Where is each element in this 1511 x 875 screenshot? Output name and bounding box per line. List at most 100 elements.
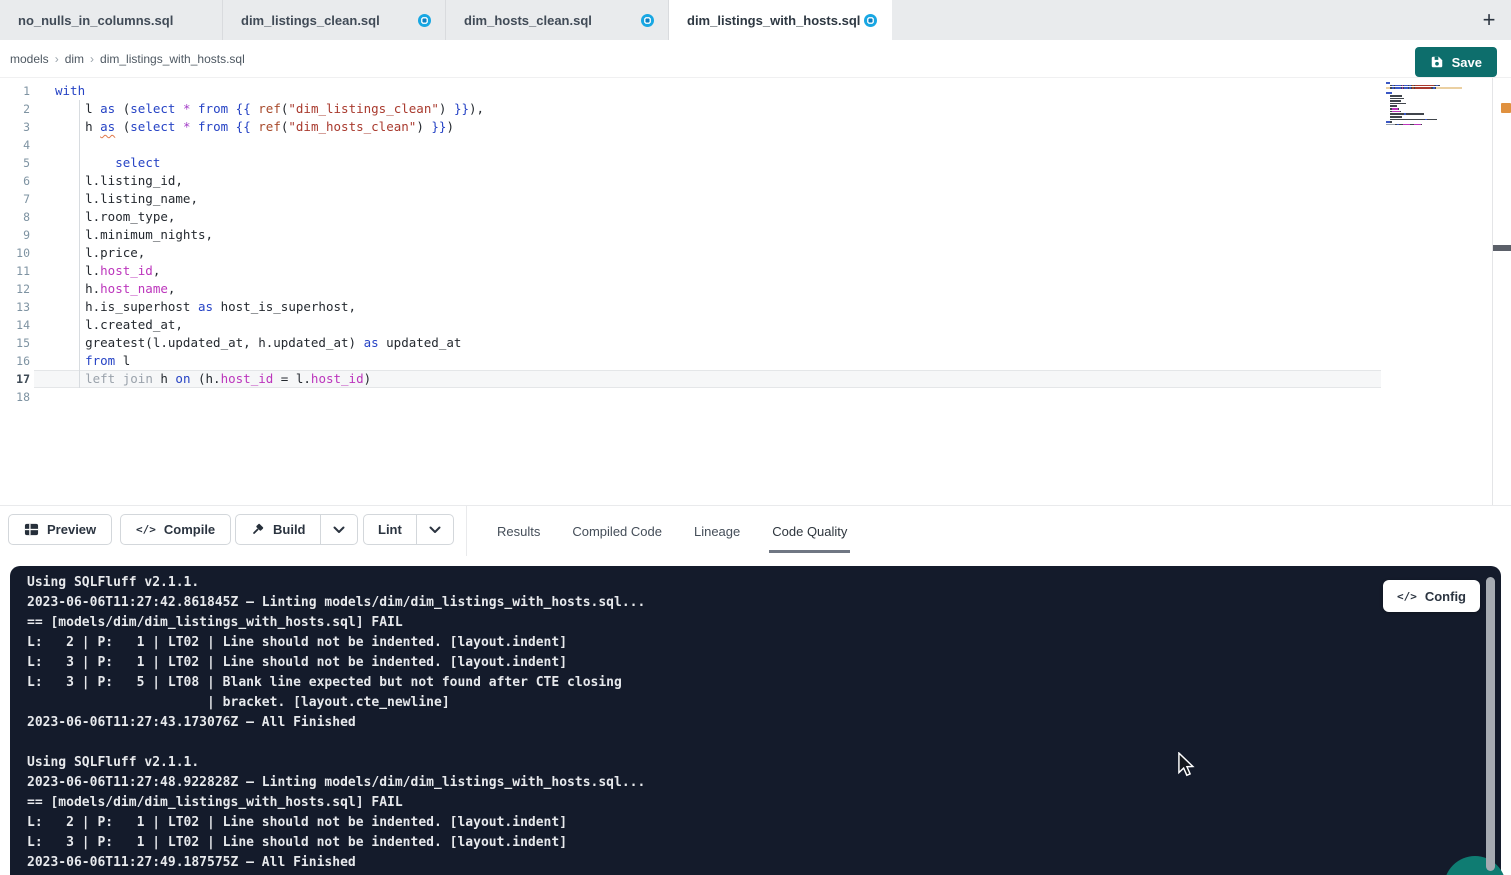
code-line[interactable]: 13 h.is_superhost as host_is_superhost, bbox=[0, 298, 1381, 316]
lint-warning-marker[interactable] bbox=[1501, 103, 1511, 113]
line-number: 10 bbox=[0, 244, 34, 262]
config-button[interactable]: </> Config bbox=[1383, 580, 1480, 612]
line-number: 9 bbox=[0, 226, 34, 244]
line-number: 11 bbox=[0, 262, 34, 280]
minimap-line bbox=[1386, 116, 1462, 118]
file-tab-no-nulls-in-columns-sql[interactable]: no_nulls_in_columns.sql bbox=[0, 0, 223, 40]
lint-button[interactable]: Lint bbox=[364, 515, 416, 544]
terminal-line: 2023-06-06T11:27:49.187575Z — All Finish… bbox=[27, 853, 1501, 873]
terminal-line: == [models/dim/dim_listings_with_hosts.s… bbox=[27, 613, 1501, 633]
terminal-line: | bracket. [layout.cte_newline] bbox=[27, 693, 1501, 713]
line-number: 4 bbox=[0, 136, 34, 154]
code-line[interactable]: 15 greatest(l.updated_at, h.updated_at) … bbox=[0, 334, 1381, 352]
code-line[interactable]: 9 l.minimum_nights, bbox=[0, 226, 1381, 244]
scroll-position-marker[interactable] bbox=[1493, 245, 1511, 251]
preview-button-label: Preview bbox=[47, 522, 96, 537]
compile-button[interactable]: </> Compile bbox=[120, 514, 231, 545]
code-line[interactable]: 14 l.created_at, bbox=[0, 316, 1381, 334]
code-line-content: l.listing_name, bbox=[34, 190, 1381, 208]
code-line-content: l.room_type, bbox=[34, 208, 1381, 226]
code-line[interactable]: 8 l.room_type, bbox=[0, 208, 1381, 226]
minimap-line bbox=[1386, 95, 1462, 97]
new-tab-button[interactable]: + bbox=[1467, 0, 1511, 40]
code-line[interactable]: 16 from l bbox=[0, 352, 1381, 370]
file-tab-dim-hosts-clean-sql[interactable]: dim_hosts_clean.sql bbox=[446, 0, 669, 40]
minimap-line bbox=[1386, 100, 1462, 102]
result-tab-lineage[interactable]: Lineage bbox=[694, 506, 740, 556]
save-floppy-icon bbox=[1430, 55, 1444, 69]
code-line-content: from l bbox=[34, 352, 1381, 370]
code-line[interactable]: 5 select bbox=[0, 154, 1381, 172]
line-number: 13 bbox=[0, 298, 34, 316]
file-tab-dim-listings-with-hosts-sql[interactable]: dim_listings_with_hosts.sql bbox=[669, 0, 892, 40]
file-tab-label: no_nulls_in_columns.sql bbox=[18, 13, 173, 28]
code-icon: </> bbox=[136, 523, 156, 536]
terminal-line: L: 2 | P: 1 | LT02 | Line should not be … bbox=[27, 813, 1501, 833]
terminal-line: 2023-06-06T11:27:42.861845Z — Linting mo… bbox=[27, 593, 1501, 613]
file-tab-bar: no_nulls_in_columns.sql dim_listings_clea… bbox=[0, 0, 1511, 40]
terminal-line: Using SQLFluff v2.1.1. bbox=[27, 753, 1501, 773]
build-split-button: Build bbox=[235, 514, 358, 545]
file-tab-dim-listings-clean-sql[interactable]: dim_listings_clean.sql bbox=[223, 0, 446, 40]
indent-guide bbox=[79, 100, 80, 388]
minimap-line bbox=[1386, 121, 1462, 123]
breadcrumb-item[interactable]: dim_listings_with_hosts.sql bbox=[100, 52, 245, 66]
line-number: 15 bbox=[0, 334, 34, 352]
line-number: 16 bbox=[0, 352, 34, 370]
result-tab-results[interactable]: Results bbox=[497, 506, 540, 556]
save-button[interactable]: Save bbox=[1415, 47, 1497, 77]
breadcrumb-item[interactable]: dim bbox=[65, 52, 84, 66]
compile-button-label: Compile bbox=[164, 522, 215, 537]
terminal-scrollbar[interactable] bbox=[1486, 577, 1495, 871]
editor-annotation-ruler bbox=[1492, 78, 1493, 505]
code-line-content: l.minimum_nights, bbox=[34, 226, 1381, 244]
file-tab-label: dim_listings_with_hosts.sql bbox=[687, 13, 860, 28]
code-line-content bbox=[34, 388, 1381, 406]
result-tab-code-quality[interactable]: Code Quality bbox=[772, 506, 847, 556]
code-line[interactable]: 7 l.listing_name, bbox=[0, 190, 1381, 208]
code-line[interactable]: 18 bbox=[0, 388, 1381, 406]
code-line[interactable]: 11 l.host_id, bbox=[0, 262, 1381, 280]
minimap-line bbox=[1386, 111, 1462, 113]
breadcrumb-item[interactable]: models bbox=[10, 52, 49, 66]
result-tab-compiled-code[interactable]: Compiled Code bbox=[572, 506, 662, 556]
code-line[interactable]: 4 bbox=[0, 136, 1381, 154]
code-editor[interactable]: 1with2 l as (select * from {{ ref("dim_l… bbox=[0, 78, 1511, 505]
modified-indicator-icon bbox=[641, 14, 654, 27]
terminal-line: L: 3 | P: 1 | LT02 | Line should not be … bbox=[27, 833, 1501, 853]
terminal-line: L: 2 | P: 1 | LT02 | Line should not be … bbox=[27, 633, 1501, 653]
breadcrumb-bar: models›dim›dim_listings_with_hosts.sql S… bbox=[0, 40, 1511, 78]
terminal-line: L: 3 | P: 1 | LT02 | Line should not be … bbox=[27, 653, 1501, 673]
build-button-label: Build bbox=[273, 522, 306, 537]
preview-button[interactable]: Preview bbox=[8, 514, 112, 545]
terminal-panel[interactable]: Using SQLFluff v2.1.1. 2023-06-06T11:27:4… bbox=[10, 566, 1501, 875]
modified-indicator-icon bbox=[418, 14, 431, 27]
minimap-line bbox=[1386, 90, 1462, 92]
code-line[interactable]: 1with bbox=[0, 82, 1381, 100]
dbt-ide-screen: no_nulls_in_columns.sql dim_listings_clea… bbox=[0, 0, 1511, 875]
config-code-icon: </> bbox=[1397, 590, 1417, 603]
minimap[interactable] bbox=[1386, 82, 1462, 129]
code-line[interactable]: 10 l.price, bbox=[0, 244, 1381, 262]
line-number: 14 bbox=[0, 316, 34, 334]
minimap-line bbox=[1386, 108, 1462, 110]
code-line-content: select bbox=[34, 154, 1381, 172]
terminal-output: Using SQLFluff v2.1.1. 2023-06-06T11:27:4… bbox=[27, 573, 1501, 873]
code-line[interactable]: 12 h.host_name, bbox=[0, 280, 1381, 298]
code-line[interactable]: 2 l as (select * from {{ ref("dim_listin… bbox=[0, 100, 1381, 118]
line-number: 3 bbox=[0, 118, 34, 136]
file-tab-label: dim_listings_clean.sql bbox=[241, 13, 380, 28]
line-number: 18 bbox=[0, 388, 34, 406]
save-button-label: Save bbox=[1452, 55, 1482, 70]
build-button[interactable]: Build bbox=[236, 515, 320, 544]
build-dropdown-button[interactable] bbox=[320, 515, 357, 544]
line-number: 7 bbox=[0, 190, 34, 208]
code-line-content: h.is_superhost as host_is_superhost, bbox=[34, 298, 1381, 316]
breadcrumb: models›dim›dim_listings_with_hosts.sql bbox=[10, 52, 245, 66]
lint-dropdown-button[interactable] bbox=[416, 515, 453, 544]
code-line-content: l.listing_id, bbox=[34, 172, 1381, 190]
code-line[interactable]: 17 left join h on (h.host_id = l.host_id… bbox=[0, 370, 1381, 388]
code-line[interactable]: 6 l.listing_id, bbox=[0, 172, 1381, 190]
code-line[interactable]: 3 h as (select * from {{ ref("dim_hosts_… bbox=[0, 118, 1381, 136]
file-tab-label: dim_hosts_clean.sql bbox=[464, 13, 592, 28]
